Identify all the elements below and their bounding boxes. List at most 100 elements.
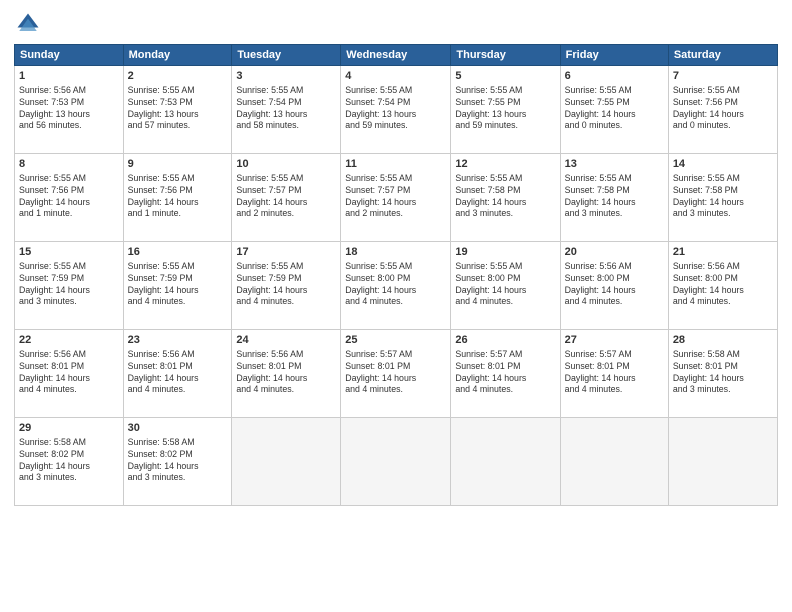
calendar-cell: 14Sunrise: 5:55 AMSunset: 7:58 PMDayligh… [668, 154, 777, 242]
day-number: 4 [345, 69, 446, 84]
calendar-body: 1Sunrise: 5:56 AMSunset: 7:53 PMDaylight… [15, 66, 778, 506]
calendar-cell: 4Sunrise: 5:55 AMSunset: 7:54 PMDaylight… [341, 66, 451, 154]
day-number: 22 [19, 333, 119, 348]
calendar-cell: 8Sunrise: 5:55 AMSunset: 7:56 PMDaylight… [15, 154, 124, 242]
calendar-week-row: 15Sunrise: 5:55 AMSunset: 7:59 PMDayligh… [15, 242, 778, 330]
calendar-cell: 5Sunrise: 5:55 AMSunset: 7:55 PMDaylight… [451, 66, 560, 154]
calendar-cell: 30Sunrise: 5:58 AMSunset: 8:02 PMDayligh… [123, 418, 232, 506]
calendar-cell: 19Sunrise: 5:55 AMSunset: 8:00 PMDayligh… [451, 242, 560, 330]
calendar-cell: 16Sunrise: 5:55 AMSunset: 7:59 PMDayligh… [123, 242, 232, 330]
calendar-cell [560, 418, 668, 506]
day-number: 2 [128, 69, 228, 84]
day-number: 27 [565, 333, 664, 348]
calendar-cell: 17Sunrise: 5:55 AMSunset: 7:59 PMDayligh… [232, 242, 341, 330]
calendar-week-row: 8Sunrise: 5:55 AMSunset: 7:56 PMDaylight… [15, 154, 778, 242]
day-info: Sunrise: 5:56 AMSunset: 8:00 PMDaylight:… [565, 261, 664, 309]
day-info: Sunrise: 5:56 AMSunset: 8:01 PMDaylight:… [19, 349, 119, 397]
day-info: Sunrise: 5:58 AMSunset: 8:02 PMDaylight:… [128, 437, 228, 485]
day-info: Sunrise: 5:55 AMSunset: 7:58 PMDaylight:… [455, 173, 555, 221]
day-info: Sunrise: 5:55 AMSunset: 7:56 PMDaylight:… [19, 173, 119, 221]
calendar-cell: 2Sunrise: 5:55 AMSunset: 7:53 PMDaylight… [123, 66, 232, 154]
calendar-cell: 25Sunrise: 5:57 AMSunset: 8:01 PMDayligh… [341, 330, 451, 418]
calendar-cell [232, 418, 341, 506]
day-number: 18 [345, 245, 446, 260]
day-info: Sunrise: 5:58 AMSunset: 8:02 PMDaylight:… [19, 437, 119, 485]
day-info: Sunrise: 5:55 AMSunset: 7:57 PMDaylight:… [236, 173, 336, 221]
day-info: Sunrise: 5:57 AMSunset: 8:01 PMDaylight:… [345, 349, 446, 397]
day-number: 16 [128, 245, 228, 260]
day-number: 26 [455, 333, 555, 348]
calendar-week-row: 22Sunrise: 5:56 AMSunset: 8:01 PMDayligh… [15, 330, 778, 418]
calendar-cell: 7Sunrise: 5:55 AMSunset: 7:56 PMDaylight… [668, 66, 777, 154]
day-of-week-header: Saturday [668, 45, 777, 66]
day-of-week-header: Thursday [451, 45, 560, 66]
calendar-cell: 12Sunrise: 5:55 AMSunset: 7:58 PMDayligh… [451, 154, 560, 242]
calendar-cell: 26Sunrise: 5:57 AMSunset: 8:01 PMDayligh… [451, 330, 560, 418]
day-info: Sunrise: 5:55 AMSunset: 7:54 PMDaylight:… [236, 85, 336, 133]
day-info: Sunrise: 5:55 AMSunset: 7:53 PMDaylight:… [128, 85, 228, 133]
day-number: 8 [19, 157, 119, 172]
calendar-cell [341, 418, 451, 506]
day-info: Sunrise: 5:55 AMSunset: 8:00 PMDaylight:… [455, 261, 555, 309]
calendar-cell: 20Sunrise: 5:56 AMSunset: 8:00 PMDayligh… [560, 242, 668, 330]
day-info: Sunrise: 5:56 AMSunset: 8:01 PMDaylight:… [236, 349, 336, 397]
day-number: 21 [673, 245, 773, 260]
day-number: 23 [128, 333, 228, 348]
day-number: 17 [236, 245, 336, 260]
day-of-week-header: Tuesday [232, 45, 341, 66]
calendar-cell: 22Sunrise: 5:56 AMSunset: 8:01 PMDayligh… [15, 330, 124, 418]
day-info: Sunrise: 5:55 AMSunset: 7:59 PMDaylight:… [19, 261, 119, 309]
day-number: 19 [455, 245, 555, 260]
day-number: 10 [236, 157, 336, 172]
day-info: Sunrise: 5:57 AMSunset: 8:01 PMDaylight:… [565, 349, 664, 397]
day-info: Sunrise: 5:55 AMSunset: 7:55 PMDaylight:… [455, 85, 555, 133]
day-info: Sunrise: 5:56 AMSunset: 7:53 PMDaylight:… [19, 85, 119, 133]
calendar-cell: 27Sunrise: 5:57 AMSunset: 8:01 PMDayligh… [560, 330, 668, 418]
day-info: Sunrise: 5:55 AMSunset: 7:54 PMDaylight:… [345, 85, 446, 133]
day-info: Sunrise: 5:55 AMSunset: 7:58 PMDaylight:… [565, 173, 664, 221]
day-info: Sunrise: 5:55 AMSunset: 7:55 PMDaylight:… [565, 85, 664, 133]
calendar-week-row: 29Sunrise: 5:58 AMSunset: 8:02 PMDayligh… [15, 418, 778, 506]
day-of-week-header: Friday [560, 45, 668, 66]
day-number: 7 [673, 69, 773, 84]
calendar-cell [668, 418, 777, 506]
day-info: Sunrise: 5:55 AMSunset: 7:56 PMDaylight:… [128, 173, 228, 221]
calendar-cell: 21Sunrise: 5:56 AMSunset: 8:00 PMDayligh… [668, 242, 777, 330]
day-number: 28 [673, 333, 773, 348]
day-number: 6 [565, 69, 664, 84]
calendar-cell: 3Sunrise: 5:55 AMSunset: 7:54 PMDaylight… [232, 66, 341, 154]
calendar-cell: 24Sunrise: 5:56 AMSunset: 8:01 PMDayligh… [232, 330, 341, 418]
calendar-cell: 29Sunrise: 5:58 AMSunset: 8:02 PMDayligh… [15, 418, 124, 506]
day-info: Sunrise: 5:58 AMSunset: 8:01 PMDaylight:… [673, 349, 773, 397]
day-info: Sunrise: 5:55 AMSunset: 7:57 PMDaylight:… [345, 173, 446, 221]
calendar-cell [451, 418, 560, 506]
calendar-cell: 28Sunrise: 5:58 AMSunset: 8:01 PMDayligh… [668, 330, 777, 418]
calendar-header-row: SundayMondayTuesdayWednesdayThursdayFrid… [15, 45, 778, 66]
calendar-cell: 11Sunrise: 5:55 AMSunset: 7:57 PMDayligh… [341, 154, 451, 242]
calendar-cell: 1Sunrise: 5:56 AMSunset: 7:53 PMDaylight… [15, 66, 124, 154]
page: SundayMondayTuesdayWednesdayThursdayFrid… [0, 0, 792, 612]
calendar-table: SundayMondayTuesdayWednesdayThursdayFrid… [14, 44, 778, 506]
day-number: 9 [128, 157, 228, 172]
day-number: 30 [128, 421, 228, 436]
calendar-cell: 6Sunrise: 5:55 AMSunset: 7:55 PMDaylight… [560, 66, 668, 154]
day-number: 11 [345, 157, 446, 172]
day-number: 13 [565, 157, 664, 172]
day-number: 20 [565, 245, 664, 260]
day-of-week-header: Sunday [15, 45, 124, 66]
day-number: 3 [236, 69, 336, 84]
day-number: 15 [19, 245, 119, 260]
header [14, 10, 778, 38]
day-of-week-header: Wednesday [341, 45, 451, 66]
day-info: Sunrise: 5:57 AMSunset: 8:01 PMDaylight:… [455, 349, 555, 397]
calendar-cell: 13Sunrise: 5:55 AMSunset: 7:58 PMDayligh… [560, 154, 668, 242]
calendar-cell: 9Sunrise: 5:55 AMSunset: 7:56 PMDaylight… [123, 154, 232, 242]
calendar-cell: 18Sunrise: 5:55 AMSunset: 8:00 PMDayligh… [341, 242, 451, 330]
day-number: 25 [345, 333, 446, 348]
calendar-week-row: 1Sunrise: 5:56 AMSunset: 7:53 PMDaylight… [15, 66, 778, 154]
day-info: Sunrise: 5:56 AMSunset: 8:01 PMDaylight:… [128, 349, 228, 397]
day-number: 24 [236, 333, 336, 348]
day-info: Sunrise: 5:56 AMSunset: 8:00 PMDaylight:… [673, 261, 773, 309]
day-info: Sunrise: 5:55 AMSunset: 8:00 PMDaylight:… [345, 261, 446, 309]
logo [14, 10, 46, 38]
